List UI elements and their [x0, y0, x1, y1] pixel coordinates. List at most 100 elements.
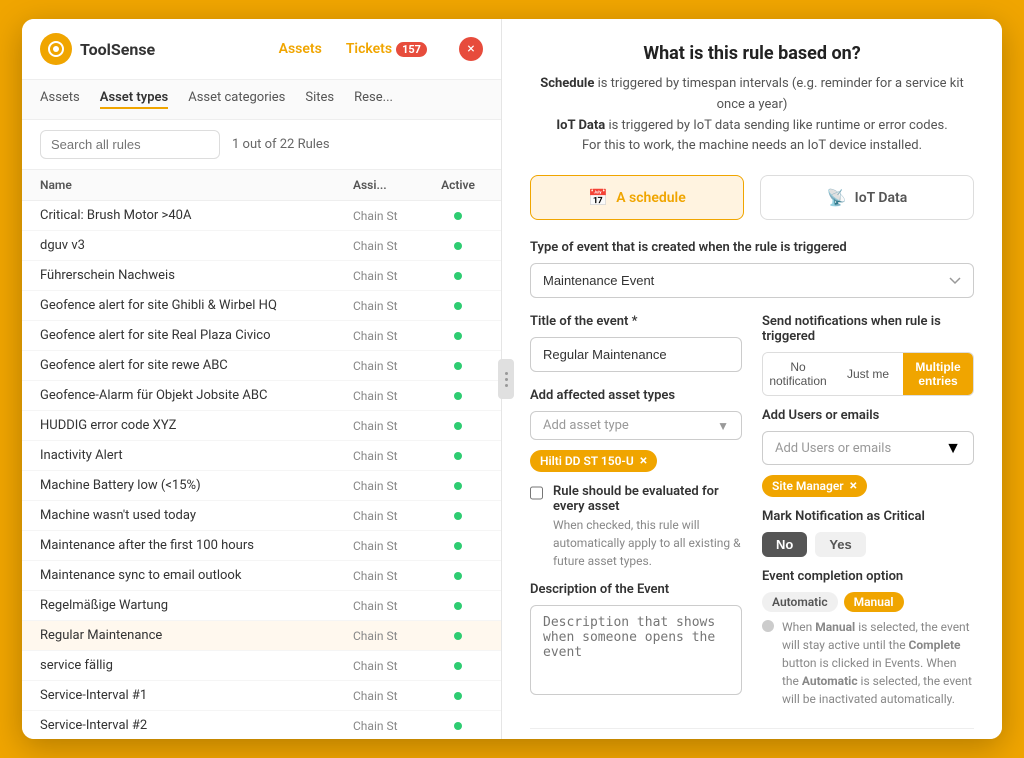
- site-manager-tag-remove[interactable]: ×: [850, 479, 857, 493]
- notif-btn-group: No notification Just me Multiple entries: [762, 352, 974, 396]
- table-row[interactable]: Maintenance after the first 100 hoursCha…: [22, 531, 501, 561]
- hilti-tag: Hilti DD ST 150-U ×: [530, 450, 657, 472]
- rule-name: Machine Battery low (<15%): [40, 478, 353, 493]
- rule-name: Geofence alert for site Ghibli & Wirbel …: [40, 298, 353, 313]
- table-row[interactable]: dguv v3Chain St: [22, 231, 501, 261]
- site-manager-tag-label: Site Manager: [772, 479, 844, 493]
- rule-name: Maintenance sync to email outlook: [40, 568, 353, 583]
- rule-name: Critical: Brush Motor >40A: [40, 208, 353, 223]
- users-label: Add Users or emails: [762, 408, 974, 423]
- rule-active-cell: [433, 662, 483, 670]
- table-row[interactable]: service fälligChain St: [22, 651, 501, 681]
- auto-tag[interactable]: Automatic: [762, 592, 838, 612]
- toggle-no-btn[interactable]: No: [762, 532, 807, 557]
- nav-assets-link[interactable]: Assets: [279, 41, 322, 57]
- table-row[interactable]: Maintenance sync to email outlookChain S…: [22, 561, 501, 591]
- sub-nav-assets[interactable]: Assets: [40, 90, 80, 109]
- table-row[interactable]: HUDDIG error code XYZChain St: [22, 411, 501, 441]
- active-dot-icon: [454, 632, 462, 640]
- active-dot-icon: [454, 722, 462, 730]
- table-row[interactable]: Geofence-Alarm für Objekt Jobsite ABCCha…: [22, 381, 501, 411]
- mark-critical-section: Mark Notification as Critical No Yes: [762, 509, 974, 557]
- logo-area: ToolSense: [40, 33, 155, 65]
- table-row[interactable]: Geofence alert for site Ghibli & Wirbel …: [22, 291, 501, 321]
- users-tags-row: Site Manager ×: [762, 475, 974, 497]
- table-row[interactable]: Regular MaintenanceChain St: [22, 621, 501, 651]
- every-asset-checkbox[interactable]: [530, 486, 543, 500]
- active-dot-icon: [454, 272, 462, 280]
- table-row[interactable]: Geofence alert for site rewe ABCChain St: [22, 351, 501, 381]
- table-header: Name Assi... Active: [22, 170, 501, 201]
- active-dot-icon: [454, 572, 462, 580]
- sub-nav-rese[interactable]: Rese...: [354, 90, 393, 109]
- sub-nav: Assets Asset types Asset categories Site…: [22, 80, 501, 120]
- schedule-keyword: Schedule: [540, 76, 594, 91]
- users-placeholder: Add Users or emails: [775, 441, 891, 456]
- active-dot-icon: [454, 542, 462, 550]
- completion-desc: When Manual is selected, the event will …: [762, 618, 974, 708]
- rule-assi: Chain St: [353, 629, 433, 643]
- users-select[interactable]: Add Users or emails ▼: [762, 431, 974, 465]
- mark-critical-label: Mark Notification as Critical: [762, 509, 974, 524]
- close-button[interactable]: ×: [459, 37, 483, 61]
- manual-tag[interactable]: Manual: [844, 592, 904, 612]
- rule-name: Machine wasn't used today: [40, 508, 353, 523]
- radio-dot-icon: [762, 620, 774, 632]
- nav-tickets-link[interactable]: Tickets 157: [346, 41, 427, 57]
- event-completion-section: Event completion option Automatic Manual…: [762, 569, 974, 708]
- logo-icon: [40, 33, 72, 65]
- table-row[interactable]: Machine Battery low (<15%)Chain St: [22, 471, 501, 501]
- rule-assi: Chain St: [353, 479, 433, 493]
- chevron-down-icon: ▼: [717, 419, 729, 433]
- rule-assi: Chain St: [353, 659, 433, 673]
- table-row[interactable]: Service-Interval #2Chain St: [22, 711, 501, 739]
- event-type-select[interactable]: Maintenance Event: [530, 263, 974, 298]
- active-dot-icon: [454, 212, 462, 220]
- chevron-down-icon-users: ▼: [945, 438, 961, 458]
- site-manager-tag: Site Manager ×: [762, 475, 867, 497]
- table-row[interactable]: Regelmäßige WartungChain St: [22, 591, 501, 621]
- rule-assi: Chain St: [353, 599, 433, 613]
- search-input[interactable]: [40, 130, 220, 159]
- sub-nav-asset-categories[interactable]: Asset categories: [188, 90, 285, 109]
- rule-assi: Chain St: [353, 509, 433, 523]
- event-title-input[interactable]: [530, 337, 742, 372]
- active-dot-icon: [454, 692, 462, 700]
- rule-active-cell: [433, 362, 483, 370]
- rule-assi: Chain St: [353, 359, 433, 373]
- rule-assi: Chain St: [353, 269, 433, 283]
- collapse-handle[interactable]: [498, 359, 514, 399]
- active-dot-icon: [454, 362, 462, 370]
- sub-nav-sites[interactable]: Sites: [305, 90, 334, 109]
- table-row[interactable]: Machine wasn't used todayChain St: [22, 501, 501, 531]
- col-active-header: Active: [433, 178, 483, 192]
- one-time-event-section: One-time event If you check this option,…: [530, 728, 974, 739]
- rule-name: Regelmäßige Wartung: [40, 598, 353, 613]
- table-row[interactable]: Inactivity AlertChain St: [22, 441, 501, 471]
- table-row[interactable]: Führerschein NachweisChain St: [22, 261, 501, 291]
- table-row[interactable]: Critical: Brush Motor >40AChain St: [22, 201, 501, 231]
- rule-active-cell: [433, 392, 483, 400]
- asset-type-select[interactable]: Add asset type ▼: [530, 411, 742, 440]
- active-dot-icon: [454, 482, 462, 490]
- event-title-label: Title of the event *: [530, 314, 742, 329]
- multiple-entries-btn[interactable]: Multiple entries: [903, 353, 973, 395]
- toggle-yes-btn[interactable]: Yes: [815, 532, 865, 557]
- no-notif-btn[interactable]: No notification: [763, 353, 833, 395]
- iot-trigger-btn[interactable]: 📡 IoT Data: [760, 175, 974, 220]
- schedule-btn-label: A schedule: [616, 190, 686, 206]
- active-dot-icon: [454, 662, 462, 670]
- table-row[interactable]: Geofence alert for site Real Plaza Civic…: [22, 321, 501, 351]
- just-me-btn[interactable]: Just me: [833, 353, 903, 395]
- desc-event-textarea[interactable]: [530, 605, 742, 695]
- col-right: Send notifications when rule is triggere…: [762, 314, 974, 724]
- sub-nav-asset-types[interactable]: Asset types: [100, 90, 168, 109]
- rules-list: Critical: Brush Motor >40AChain Stdguv v…: [22, 201, 501, 739]
- table-row[interactable]: Service-Interval #1Chain St: [22, 681, 501, 711]
- rule-name: Maintenance after the first 100 hours: [40, 538, 353, 553]
- every-asset-checkbox-row: Rule should be evaluated for every asset…: [530, 484, 742, 570]
- rule-name: Geofence alert for site rewe ABC: [40, 358, 353, 373]
- schedule-trigger-btn[interactable]: 📅 A schedule: [530, 175, 744, 220]
- hilti-tag-remove[interactable]: ×: [640, 454, 647, 468]
- rule-name: Regular Maintenance: [40, 628, 353, 643]
